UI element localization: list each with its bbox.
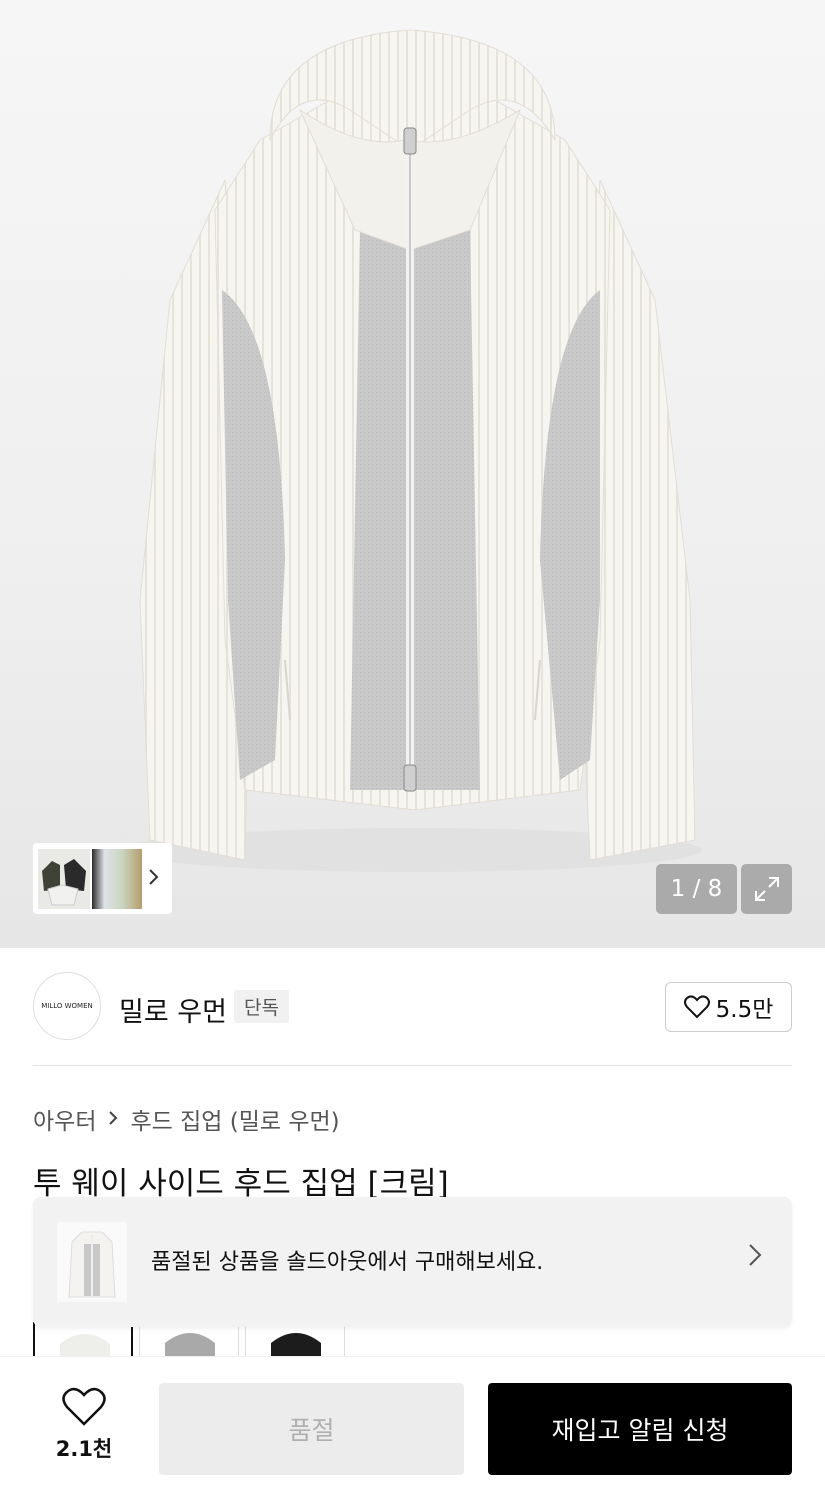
heart-icon (683, 995, 710, 1019)
product-image-gallery[interactable]: 1 / 8 (0, 0, 825, 948)
exclusive-badge: 단독 (234, 990, 289, 1023)
breadcrumb-subcategory[interactable]: 후드 집업 (밀로 우먼) (130, 1102, 339, 1136)
breadcrumb-category[interactable]: 아우터 (33, 1102, 96, 1136)
chevron-right-icon (748, 1243, 762, 1274)
heart-icon (62, 1387, 106, 1426)
banner-product-thumbnail (57, 1222, 127, 1302)
wishlist-count: 2.1천 (55, 1437, 113, 1461)
restock-alert-button[interactable]: 재입고 알림 신청 (488, 1383, 792, 1475)
soldout-promo-banner[interactable]: 품절된 상품을 솔드아웃에서 구매해보세요. (33, 1197, 792, 1327)
divider (33, 1065, 792, 1066)
hoodie-product-photo (122, 29, 702, 872)
expand-icon (754, 877, 779, 901)
banner-text: 품절된 상품을 솔드아웃에서 구매해보세요. (151, 1250, 544, 1275)
thumbnail-image (92, 848, 142, 909)
brand-like-count: 5.5만 (715, 997, 774, 1023)
brand-logo-text: MILLO WOMEN (41, 1002, 93, 1010)
thumbnail-image (38, 848, 90, 909)
breadcrumb: 아우터 후드 집업 (밀로 우먼) (33, 1102, 340, 1136)
chevron-right-icon (108, 1106, 118, 1132)
brand-logo[interactable]: MILLO WOMEN (33, 972, 101, 1040)
related-thumbnails[interactable] (33, 843, 172, 914)
wishlist-button[interactable]: 2.1천 (44, 1387, 124, 1463)
variant-black[interactable] (245, 1322, 345, 1358)
bottom-action-bar: 2.1천 품절 재입고 알림 신청 (0, 1356, 825, 1500)
brand-name[interactable]: 밀로 우먼 (119, 990, 227, 1029)
variant-grey[interactable] (139, 1322, 239, 1358)
image-counter: 1 / 8 (656, 864, 737, 914)
brand-like-button[interactable]: 5.5만 (665, 982, 792, 1032)
soldout-button: 품절 (159, 1383, 464, 1475)
variant-cream[interactable] (33, 1322, 133, 1358)
chevron-right-icon (148, 867, 160, 891)
expand-button[interactable] (741, 864, 792, 914)
color-variants (33, 1322, 345, 1358)
brand-row: MILLO WOMEN 밀로 우먼 단독 5.5만 (33, 972, 792, 1042)
